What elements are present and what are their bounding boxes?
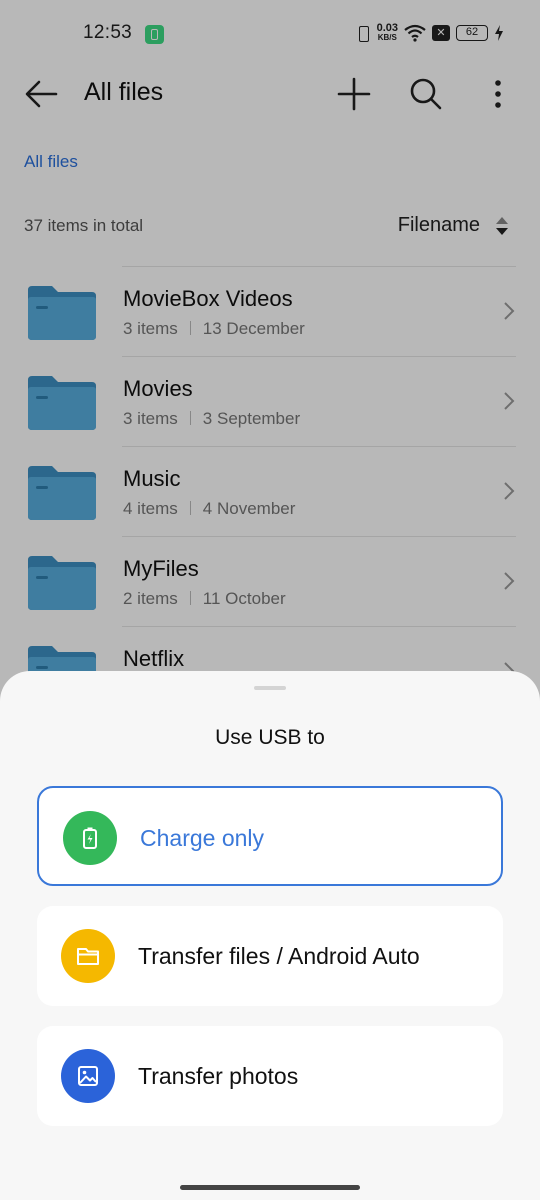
usb-option-transfer-files[interactable]: Transfer files / Android Auto	[37, 906, 503, 1006]
usb-option-charge-only[interactable]: Charge only	[37, 786, 503, 886]
folder-icon	[77, 948, 99, 965]
option-icon-circle	[61, 1049, 115, 1103]
battery-charging-icon	[83, 827, 97, 849]
option-label: Charge only	[140, 825, 265, 851]
file-manager-screen: 12:53 0.03 KB/S ✕ 62 All files All files…	[0, 0, 540, 1200]
home-indicator[interactable]	[180, 1185, 360, 1190]
usb-option-transfer-photos[interactable]: Transfer photos	[37, 1026, 503, 1126]
option-icon-circle	[63, 811, 117, 865]
option-label: Transfer photos	[138, 1063, 299, 1089]
usb-mode-bottom-sheet: Use USB to Charge only Transfer files / …	[0, 671, 540, 1200]
sheet-grabber-handle[interactable]	[254, 686, 286, 690]
image-icon	[78, 1066, 98, 1086]
option-label: Transfer files / Android Auto	[138, 943, 420, 969]
sheet-title: Use USB to	[215, 726, 325, 749]
option-icon-circle	[61, 929, 115, 983]
